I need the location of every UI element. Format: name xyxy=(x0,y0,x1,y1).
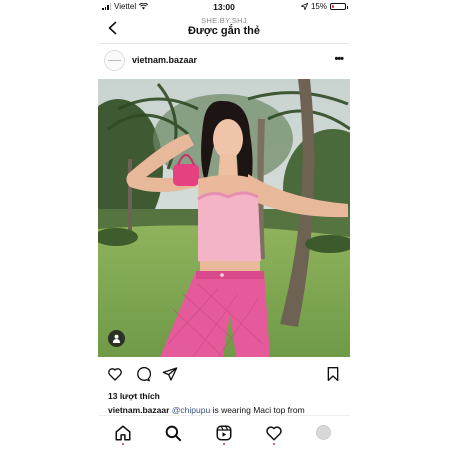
battery-icon xyxy=(330,3,348,10)
page-title: Được gắn thẻ xyxy=(187,25,260,37)
tab-activity[interactable] xyxy=(265,424,283,445)
bookmark-icon[interactable] xyxy=(325,366,341,382)
tab-profile[interactable] xyxy=(315,424,333,442)
search-icon xyxy=(165,425,182,442)
post-photo[interactable] xyxy=(98,79,350,357)
profile-avatar xyxy=(316,425,331,440)
tab-search[interactable] xyxy=(164,424,182,442)
post-actions xyxy=(98,366,350,384)
activity-heart-icon xyxy=(266,426,282,441)
status-bar: Viettel 13:00 15% xyxy=(98,0,350,15)
post-header: vietnam.bazaar ••• xyxy=(98,48,350,74)
user-tag-icon[interactable] xyxy=(108,330,125,347)
nav-subtitle: SHE.BY.SHJ xyxy=(201,16,247,25)
notification-dot xyxy=(122,443,124,445)
likes-count[interactable]: 13 lượt thích xyxy=(108,391,160,401)
notification-dot xyxy=(273,443,275,445)
reels-icon xyxy=(216,425,232,441)
battery-percent: 15% xyxy=(310,2,327,11)
bottom-tab-bar xyxy=(98,415,350,449)
instagram-screen: Viettel 13:00 15% SHE.BY.SHJ Được gắn th… xyxy=(98,0,350,449)
tab-home[interactable] xyxy=(114,424,132,445)
post-caption: vietnam.bazaar @chipupu is wearing Maci … xyxy=(108,405,346,415)
battery-level-fill xyxy=(332,5,334,8)
caption-text: is wearing Maci top from xyxy=(210,405,305,415)
tab-reels[interactable] xyxy=(215,424,233,445)
status-right: 15% xyxy=(300,2,348,11)
post-username[interactable]: vietnam.bazaar xyxy=(132,55,197,65)
post-photo-illustration xyxy=(98,79,350,357)
location-arrow-icon xyxy=(300,3,308,10)
home-icon xyxy=(115,425,131,441)
share-icon[interactable] xyxy=(162,366,178,382)
caption-mention[interactable]: @chipupu xyxy=(172,405,210,415)
comment-icon[interactable] xyxy=(135,366,151,382)
caption-username[interactable]: vietnam.bazaar xyxy=(108,405,169,415)
heart-icon[interactable] xyxy=(107,366,123,382)
avatar[interactable] xyxy=(104,50,125,71)
nav-header: SHE.BY.SHJ Được gắn thẻ xyxy=(98,14,350,44)
notification-dot xyxy=(223,443,225,445)
more-dots-icon[interactable]: ••• xyxy=(334,53,344,65)
